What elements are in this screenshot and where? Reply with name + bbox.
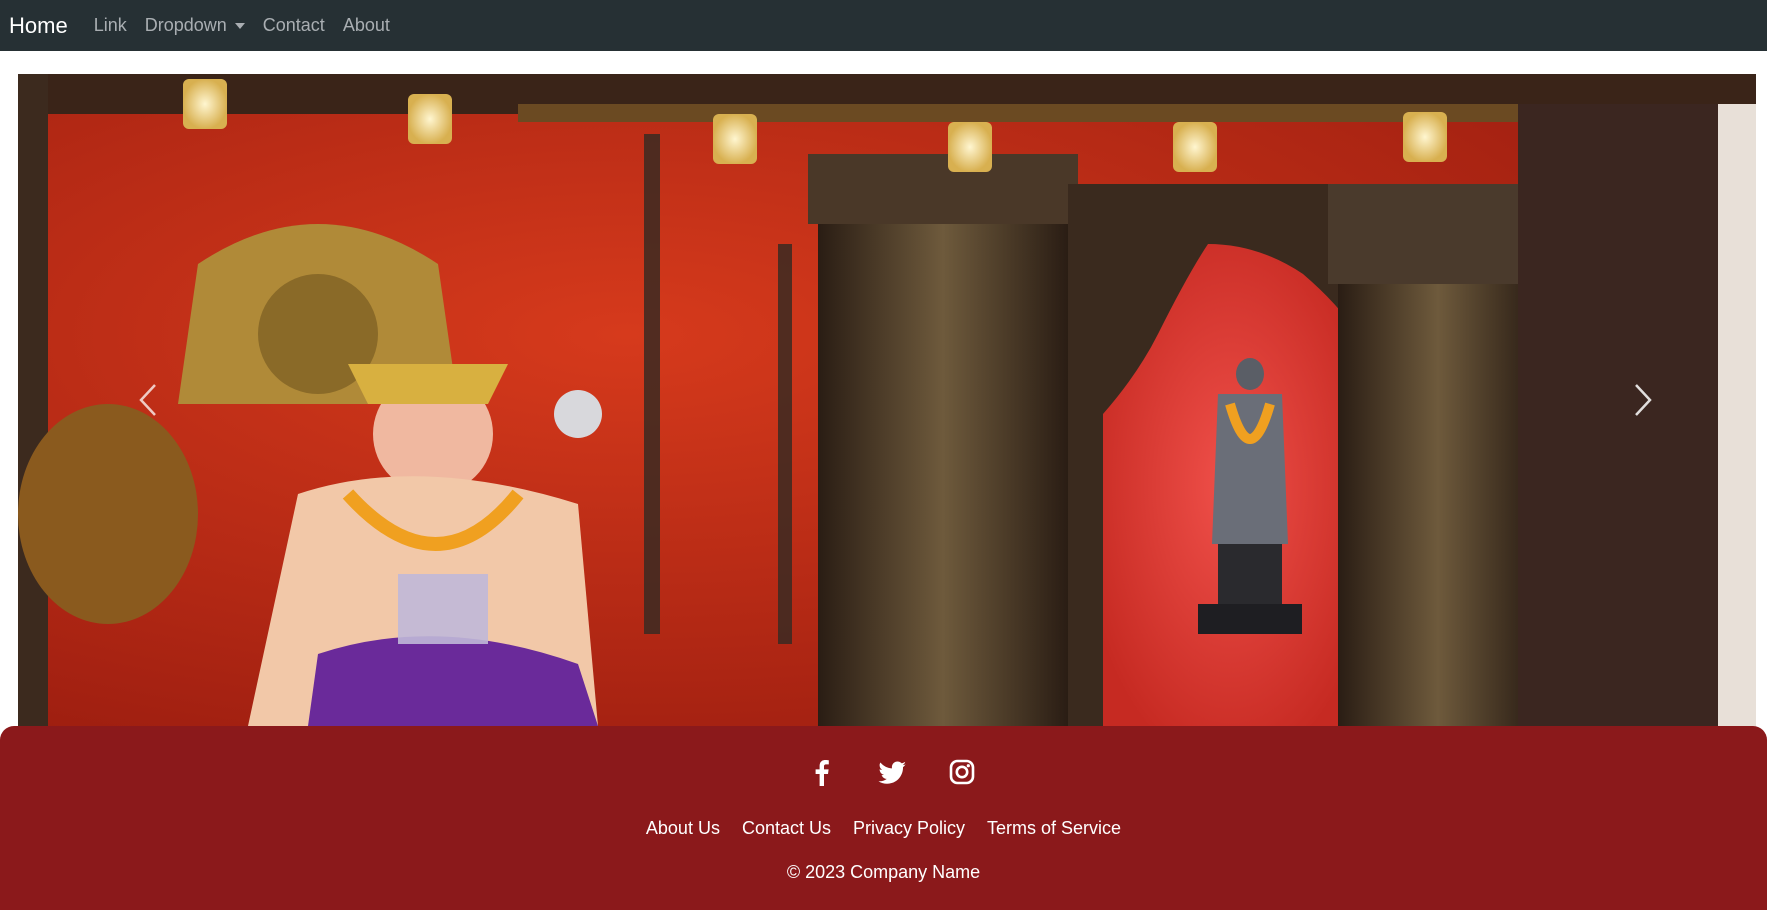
image-carousel (18, 74, 1756, 726)
nav-dropdown[interactable]: Dropdown (145, 15, 245, 36)
twitter-link[interactable] (876, 756, 908, 788)
chevron-left-icon (139, 384, 156, 416)
footer: About Us Contact Us Privacy Policy Terms… (0, 726, 1767, 910)
navbar: Home Link Dropdown Contact About (0, 0, 1767, 51)
carousel-next-button[interactable] (1573, 74, 1713, 726)
twitter-icon (878, 761, 906, 784)
facebook-icon (815, 760, 829, 786)
carousel-slide-image (18, 74, 1756, 726)
footer-links: About Us Contact Us Privacy Policy Terms… (0, 818, 1767, 839)
nav-link-contact[interactable]: Contact (263, 15, 325, 36)
copyright-text: © 2023 Company Name (786, 862, 981, 882)
nav-link-about[interactable]: About (343, 15, 390, 36)
navbar-brand-home[interactable]: Home (9, 13, 68, 39)
social-links (0, 756, 1767, 788)
nav-dropdown-label: Dropdown (144, 15, 227, 35)
caret-down-icon (234, 23, 245, 29)
footer-link-contact-us[interactable]: Contact Us (742, 818, 831, 839)
footer-link-terms-of-service[interactable]: Terms of Service (987, 818, 1121, 839)
carousel-prev-button[interactable] (78, 74, 218, 726)
chevron-right-icon (1635, 384, 1652, 416)
footer-link-privacy-policy[interactable]: Privacy Policy (853, 818, 965, 839)
instagram-icon (949, 759, 974, 785)
facebook-link[interactable] (806, 756, 838, 788)
instagram-link[interactable] (946, 756, 978, 788)
footer-link-about-us[interactable]: About Us (646, 818, 720, 839)
nav-link-link[interactable]: Link (94, 15, 127, 36)
